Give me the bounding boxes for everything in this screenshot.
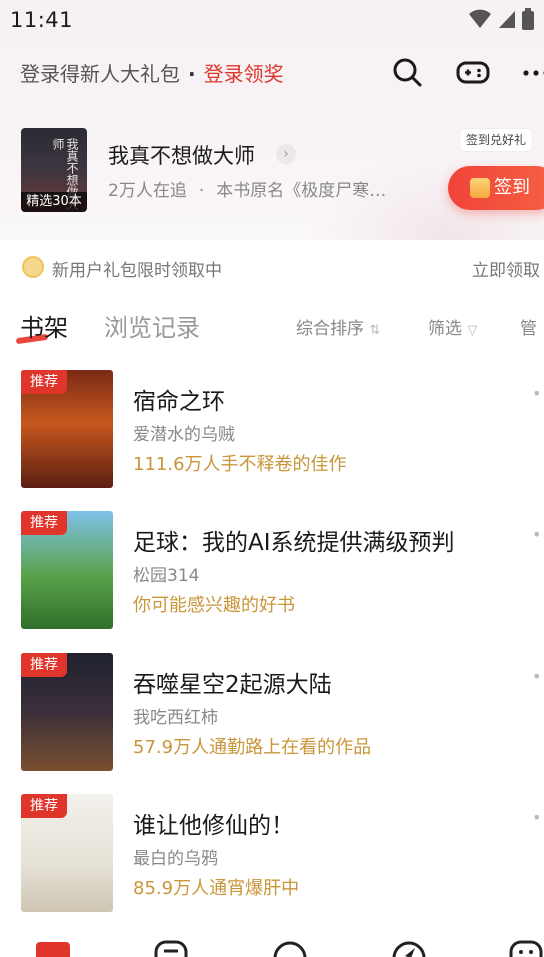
list-item[interactable]: 推荐 宿命之环 爱潜水的乌贼 111.6万人手不释卷的佳作 • xyxy=(0,370,544,500)
list-item[interactable]: 推荐 足球：我的AI系统提供满级预判 松园314 你可能感兴趣的好书 • xyxy=(0,511,544,641)
book-title[interactable]: 宿命之环 xyxy=(133,382,225,416)
book-cover[interactable]: 推荐 xyxy=(21,653,113,771)
recommend-badge: 推荐 xyxy=(21,370,67,394)
book-title[interactable]: 谁让他修仙的！ xyxy=(133,806,294,840)
book-cover[interactable]: 推荐 xyxy=(21,794,113,912)
gift-icon xyxy=(470,178,490,198)
filter-icon: ▽ xyxy=(467,323,478,338)
book-desc: 你可能感兴趣的好书 xyxy=(133,595,295,616)
more-dot-icon[interactable]: • xyxy=(532,384,541,403)
book-cover[interactable]: 推荐 xyxy=(21,370,113,488)
more-dot-icon[interactable]: • xyxy=(532,667,541,686)
tab-bookshelf[interactable]: 书架 xyxy=(20,308,68,343)
manage-button[interactable]: 管 xyxy=(520,314,537,339)
gamepad-icon[interactable] xyxy=(455,54,491,90)
wifi-icon xyxy=(469,9,491,28)
book-author: 我吃西红柿 xyxy=(133,708,218,728)
sort-label: 综合排序 xyxy=(296,319,364,339)
search-icon[interactable] xyxy=(389,54,425,90)
subtitle-separator: · xyxy=(198,181,205,201)
recommended-book[interactable]: 我真不想做大师 精选30本 我真不想做大师 › 2万人在追 · 本书原名《极度尸寒…… xyxy=(0,120,544,220)
book-author: 爱潜水的乌贼 xyxy=(133,425,235,445)
discover-nav-icon[interactable] xyxy=(391,936,427,957)
cover-tag: 精选30本 xyxy=(21,192,87,212)
battery-icon xyxy=(522,8,534,30)
status-icons xyxy=(468,8,534,30)
sort-icon: ⇅ xyxy=(369,323,381,338)
recommend-badge: 推荐 xyxy=(21,653,67,677)
book-title[interactable]: 吞噬星空2起源大陆 xyxy=(133,665,332,699)
gift-notice[interactable]: 新用户礼包限时领取中 立即领取 xyxy=(0,244,544,290)
status-time: 11:41 xyxy=(10,8,74,32)
signin-label: 签到 xyxy=(494,177,530,198)
recommended-book-cover[interactable]: 我真不想做大师 精选30本 xyxy=(21,128,87,212)
coin-icon xyxy=(22,256,44,278)
book-desc: 85.9万人通宵爆肝中 xyxy=(133,878,300,899)
book-cover[interactable]: 推荐 xyxy=(21,511,113,629)
tab-history[interactable]: 浏览记录 xyxy=(104,308,200,343)
recommended-book-title[interactable]: 我真不想做大师 xyxy=(108,140,255,170)
recommend-badge: 推荐 xyxy=(21,511,67,535)
book-desc: 57.9万人通勤路上在看的作品 xyxy=(133,737,372,758)
profile-nav-icon[interactable] xyxy=(508,936,544,957)
community-nav-icon[interactable] xyxy=(272,936,308,957)
list-item[interactable]: 推荐 吞噬星空2起源大陆 我吃西红柿 57.9万人通勤路上在看的作品 • xyxy=(0,653,544,783)
store-nav-icon[interactable] xyxy=(153,936,189,957)
book-title[interactable]: 足球：我的AI系统提供满级预判 xyxy=(133,523,455,557)
recommended-book-subtitle: 2万人在追 · 本书原名《极度尸寒… xyxy=(108,176,438,201)
chevron-right-icon[interactable]: › xyxy=(276,144,296,164)
status-bar: 11:41 xyxy=(0,0,544,40)
claim-now-link[interactable]: 立即领取 xyxy=(472,256,540,281)
more-dot-icon[interactable]: • xyxy=(532,808,541,827)
list-item[interactable]: 推荐 谁让他修仙的！ 最白的乌鸦 85.9万人通宵爆肝中 • xyxy=(0,794,544,924)
bottom-nav xyxy=(0,930,544,957)
filter-label: 筛选 xyxy=(428,319,462,339)
promo-text: 登录得新人大礼包 xyxy=(20,62,180,86)
signin-hint: 签到兑好礼 xyxy=(459,128,534,152)
signal-icon xyxy=(499,11,515,28)
bookshelf-nav-icon[interactable] xyxy=(34,936,70,957)
shelf-tabs: 书架 浏览记录 综合排序 ⇅ 筛选 ▽ 管 xyxy=(0,300,544,350)
promo-dot: · xyxy=(188,62,196,86)
signin-button[interactable]: 签到 xyxy=(448,166,544,210)
recommend-badge: 推荐 xyxy=(21,794,67,818)
filter-button[interactable]: 筛选 ▽ xyxy=(428,314,477,339)
login-promo[interactable]: 登录得新人大礼包 · 登录领奖 xyxy=(20,58,284,87)
followers-count: 2万人在追 xyxy=(108,181,187,201)
book-author: 松园314 xyxy=(133,566,200,586)
header: 登录得新人大礼包 · 登录领奖 xyxy=(0,52,544,92)
more-dot-icon[interactable]: • xyxy=(532,525,541,544)
sort-dropdown[interactable]: 综合排序 ⇅ xyxy=(296,314,380,339)
book-desc: 111.6万人手不释卷的佳作 xyxy=(133,454,347,475)
notice-text: 新用户礼包限时领取中 xyxy=(52,261,222,281)
login-link[interactable]: 登录领奖 xyxy=(204,62,284,86)
book-author: 最白的乌鸦 xyxy=(133,849,218,869)
original-name: 本书原名《极度尸寒… xyxy=(216,181,387,201)
more-icon[interactable] xyxy=(520,54,544,90)
